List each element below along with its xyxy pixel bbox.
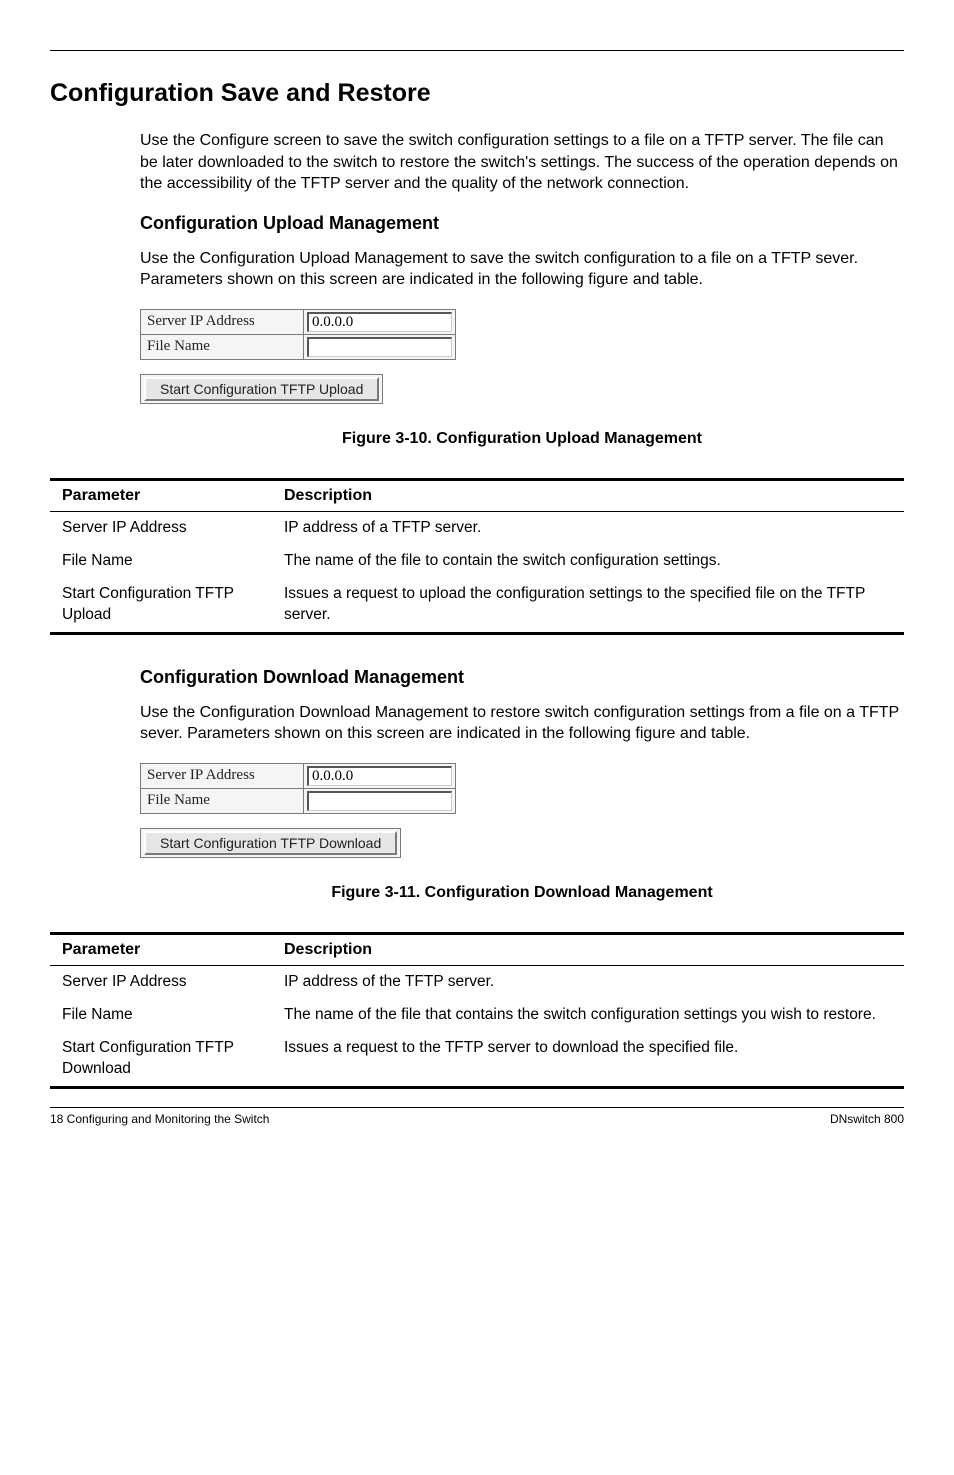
- upload-file-name-input[interactable]: [307, 337, 452, 357]
- download-file-name-input[interactable]: [307, 791, 452, 811]
- desc-cell: Issues a request to upload the configura…: [278, 578, 904, 633]
- start-upload-button[interactable]: Start Configuration TFTP Upload: [144, 377, 379, 401]
- upload-th-parameter: Parameter: [50, 479, 278, 511]
- param-cell: File Name: [50, 545, 278, 578]
- desc-cell: The name of the file that contains the s…: [278, 999, 904, 1032]
- download-button-wrap: Start Configuration TFTP Download: [140, 828, 401, 858]
- param-cell: Start Configuration TFTP Upload: [50, 578, 278, 633]
- desc-cell: IP address of the TFTP server.: [278, 965, 904, 998]
- desc-cell: IP address of a TFTP server.: [278, 511, 904, 544]
- download-config-table: Server IP Address File Name: [140, 763, 456, 814]
- table-row: Server IP Address IP address of the TFTP…: [50, 965, 904, 998]
- download-param-table: Parameter Description Server IP Address …: [50, 932, 904, 1089]
- section-title: Configuration Save and Restore: [50, 79, 904, 108]
- download-server-ip-label: Server IP Address: [141, 763, 304, 788]
- download-th-parameter: Parameter: [50, 933, 278, 965]
- upload-th-description: Description: [278, 479, 904, 511]
- upload-figure-caption: Figure 3-10. Configuration Upload Manage…: [140, 430, 904, 448]
- table-row: Server IP Address IP address of a TFTP s…: [50, 511, 904, 544]
- download-heading: Configuration Download Management: [140, 667, 904, 688]
- upload-paragraph: Use the Configuration Upload Management …: [140, 248, 904, 291]
- upload-server-ip-input[interactable]: [307, 312, 452, 332]
- download-file-name-label: File Name: [141, 788, 304, 813]
- download-th-description: Description: [278, 933, 904, 965]
- footer-right: DNswitch 800: [830, 1112, 904, 1126]
- upload-button-wrap: Start Configuration TFTP Upload: [140, 374, 383, 404]
- param-cell: Server IP Address: [50, 965, 278, 998]
- table-row: Start Configuration TFTP Upload Issues a…: [50, 578, 904, 633]
- param-cell: Server IP Address: [50, 511, 278, 544]
- upload-config-table: Server IP Address File Name: [140, 309, 456, 360]
- table-row: File Name The name of the file to contai…: [50, 545, 904, 578]
- footer-left: 18 Configuring and Monitoring the Switch: [50, 1112, 269, 1126]
- table-row: File Name The name of the file that cont…: [50, 999, 904, 1032]
- upload-heading: Configuration Upload Management: [140, 213, 904, 234]
- param-cell: Start Configuration TFTP Download: [50, 1032, 278, 1087]
- page-footer: 18 Configuring and Monitoring the Switch…: [50, 1107, 904, 1126]
- desc-cell: The name of the file to contain the swit…: [278, 545, 904, 578]
- download-figure-caption: Figure 3-11. Configuration Download Mana…: [140, 884, 904, 902]
- download-paragraph: Use the Configuration Download Managemen…: [140, 702, 904, 745]
- upload-server-ip-label: Server IP Address: [141, 309, 304, 334]
- param-cell: File Name: [50, 999, 278, 1032]
- upload-param-table: Parameter Description Server IP Address …: [50, 478, 904, 635]
- desc-cell: Issues a request to the TFTP server to d…: [278, 1032, 904, 1087]
- start-download-button[interactable]: Start Configuration TFTP Download: [144, 831, 397, 855]
- intro-paragraph: Use the Configure screen to save the swi…: [140, 130, 904, 195]
- download-server-ip-input[interactable]: [307, 766, 452, 786]
- upload-file-name-label: File Name: [141, 334, 304, 359]
- table-row: Start Configuration TFTP Download Issues…: [50, 1032, 904, 1087]
- top-rule: [50, 50, 904, 51]
